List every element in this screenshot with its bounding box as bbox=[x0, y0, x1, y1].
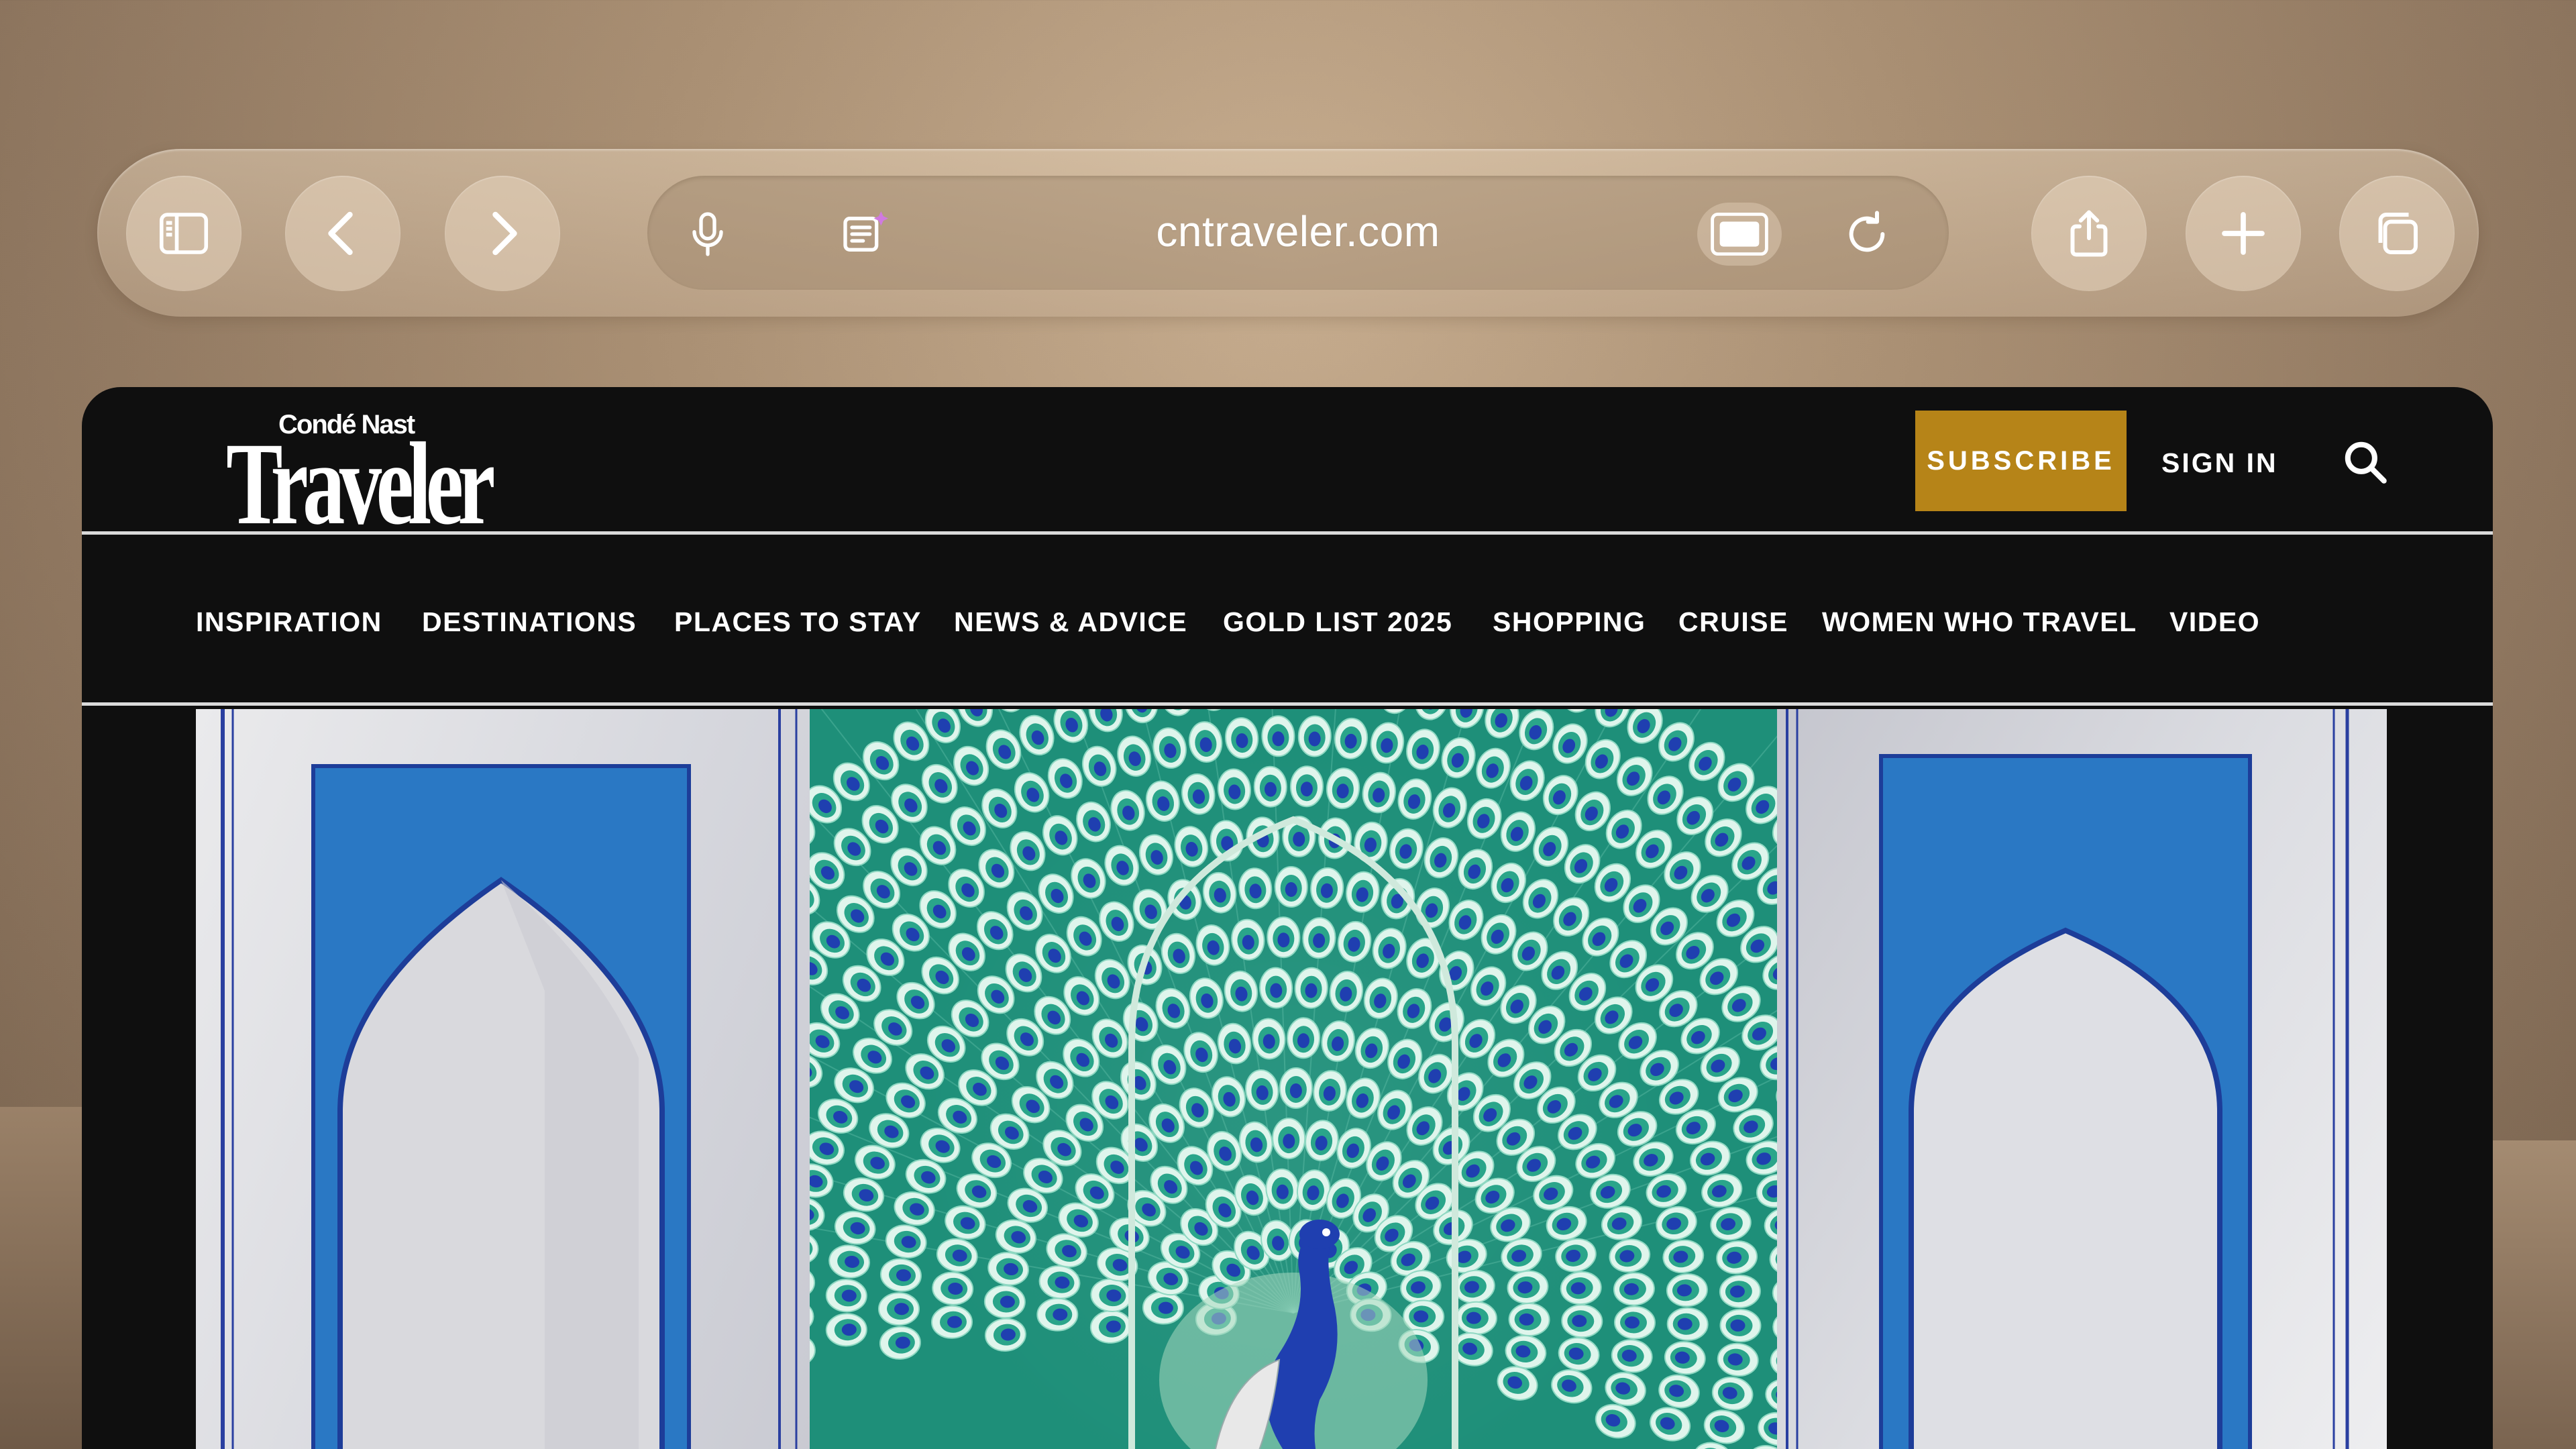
tabs-overview-button[interactable] bbox=[2339, 176, 2455, 291]
address-bar[interactable]: cntraveler.com bbox=[647, 176, 1949, 290]
hero-right-panel bbox=[1777, 709, 2387, 1449]
sidebar-icon bbox=[159, 213, 209, 254]
subscribe-button[interactable]: SUBSCRIBE bbox=[1915, 411, 2127, 511]
site-logo[interactable]: Condé Nast Traveler bbox=[226, 407, 496, 549]
tabs-icon bbox=[2378, 213, 2418, 254]
nav-destinations[interactable]: DESTINATIONS bbox=[422, 606, 637, 638]
search-icon bbox=[2345, 441, 2387, 484]
hero-left-panel bbox=[196, 709, 810, 1449]
sign-in-link[interactable]: SIGN IN bbox=[2161, 447, 2278, 479]
new-tab-button[interactable] bbox=[2186, 176, 2301, 291]
chevron-right-icon bbox=[492, 211, 517, 256]
left-arch-painting bbox=[221, 709, 798, 1449]
nav-video[interactable]: VIDEO bbox=[2169, 606, 2260, 638]
nav-women-who-travel[interactable]: WOMEN WHO TRAVEL bbox=[1822, 606, 2137, 638]
hero-image[interactable] bbox=[196, 709, 2387, 1449]
nav-shopping[interactable]: SHOPPING bbox=[1493, 606, 1646, 638]
sidebar-button[interactable] bbox=[126, 176, 241, 291]
nav-gold-list[interactable]: GOLD LIST 2025 bbox=[1223, 606, 1452, 638]
search-button[interactable] bbox=[2337, 434, 2394, 490]
logo-title: Traveler bbox=[226, 419, 496, 549]
right-arch-painting bbox=[1786, 709, 2349, 1449]
chevron-left-icon bbox=[328, 211, 353, 256]
back-button[interactable] bbox=[285, 176, 400, 291]
peacock-feathers-art bbox=[810, 709, 1777, 1449]
browser-toolbar: cntraveler.com bbox=[97, 149, 2479, 317]
nav-cruise[interactable]: CRUISE bbox=[1678, 606, 1788, 638]
forward-button[interactable] bbox=[445, 176, 560, 291]
reload-button[interactable] bbox=[1837, 204, 1897, 264]
main-navigation: INSPIRATION DESTINATIONS PLACES TO STAY … bbox=[82, 538, 2493, 706]
share-button[interactable] bbox=[2031, 176, 2147, 291]
peacock-mural bbox=[810, 709, 1777, 1449]
viewing-mode-button[interactable] bbox=[1697, 203, 1782, 266]
plus-icon bbox=[2222, 212, 2265, 255]
backdrop-right bbox=[2482, 1140, 2576, 1449]
nav-news-advice[interactable]: NEWS & ADVICE bbox=[954, 606, 1187, 638]
reload-icon bbox=[1849, 211, 1885, 252]
site-header: Condé Nast Traveler SUBSCRIBE SIGN IN bbox=[82, 387, 2493, 549]
nav-places-to-stay[interactable]: PLACES TO STAY bbox=[674, 606, 922, 638]
nav-inspiration[interactable]: INSPIRATION bbox=[196, 606, 382, 638]
share-icon bbox=[2070, 210, 2108, 257]
viewing-mode-icon bbox=[1711, 212, 1768, 256]
web-page: Condé Nast Traveler SUBSCRIBE SIGN IN IN… bbox=[82, 387, 2493, 1449]
backdrop-left bbox=[0, 1107, 94, 1449]
